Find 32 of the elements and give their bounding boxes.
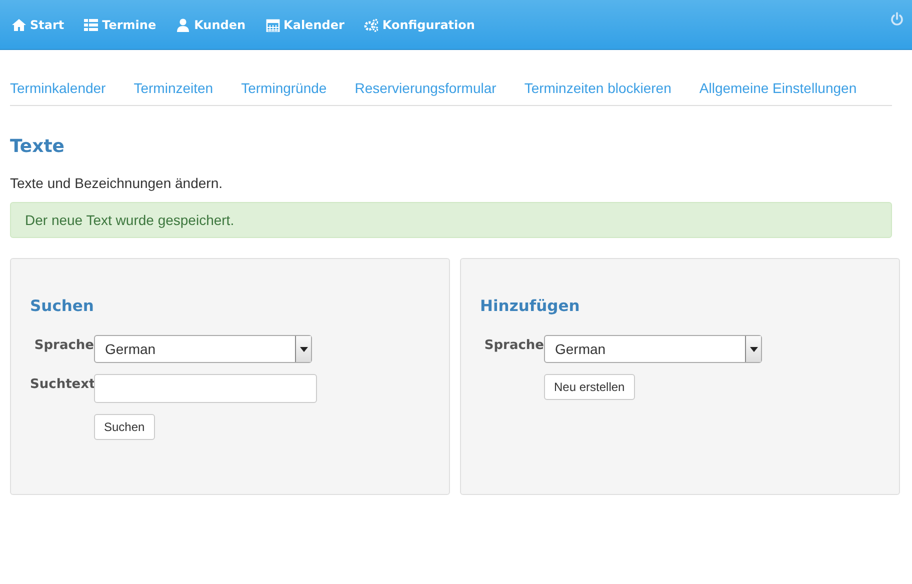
- language-dropdown[interactable]: German: [544, 335, 762, 363]
- power-icon[interactable]: [890, 12, 904, 26]
- language-dropdown[interactable]: German: [94, 335, 312, 363]
- nav-link[interactable]: Kunden: [176, 18, 246, 32]
- description-text: Texte und Bezeichnungen ändern.: [10, 175, 224, 191]
- nav-link[interactable]: Start: [12, 18, 64, 32]
- gears-icon: [364, 18, 378, 32]
- list-icon: [84, 18, 98, 32]
- caret-icon: [295, 336, 311, 362]
- subnav-link[interactable]: Reservierungsformular: [354, 80, 496, 96]
- action-button[interactable]: Suchen: [94, 414, 155, 440]
- caret-icon: [745, 336, 761, 362]
- calendar-icon: [266, 18, 280, 32]
- search-text-field[interactable]: [94, 374, 317, 403]
- panel-title: Hinzufügen: [480, 297, 581, 315]
- field-label: Sprache: [33, 337, 94, 353]
- subnav-link[interactable]: Termingründe: [241, 80, 327, 96]
- subnav-link[interactable]: Terminzeiten: [134, 80, 214, 96]
- nav-link[interactable]: Kalender: [266, 18, 344, 32]
- subnav-link[interactable]: Terminkalender: [10, 80, 106, 96]
- user-icon: [176, 18, 190, 32]
- subnav-link[interactable]: Allgemeine Einstellungen: [699, 80, 857, 96]
- success-alert: Der neue Text wurde gespeichert.: [10, 202, 892, 238]
- field-label: Suchtext: [30, 376, 94, 392]
- nav-link[interactable]: Termine: [84, 18, 156, 32]
- action-button[interactable]: Neu erstellen: [544, 374, 635, 400]
- page-heading: Texte: [10, 136, 66, 157]
- panel-title: Suchen: [30, 297, 95, 315]
- nav-link[interactable]: Konfiguration: [364, 18, 475, 32]
- field-label: Sprache: [483, 337, 544, 353]
- home-icon: [12, 18, 26, 32]
- subnav-link[interactable]: Terminzeiten blockieren: [524, 80, 672, 96]
